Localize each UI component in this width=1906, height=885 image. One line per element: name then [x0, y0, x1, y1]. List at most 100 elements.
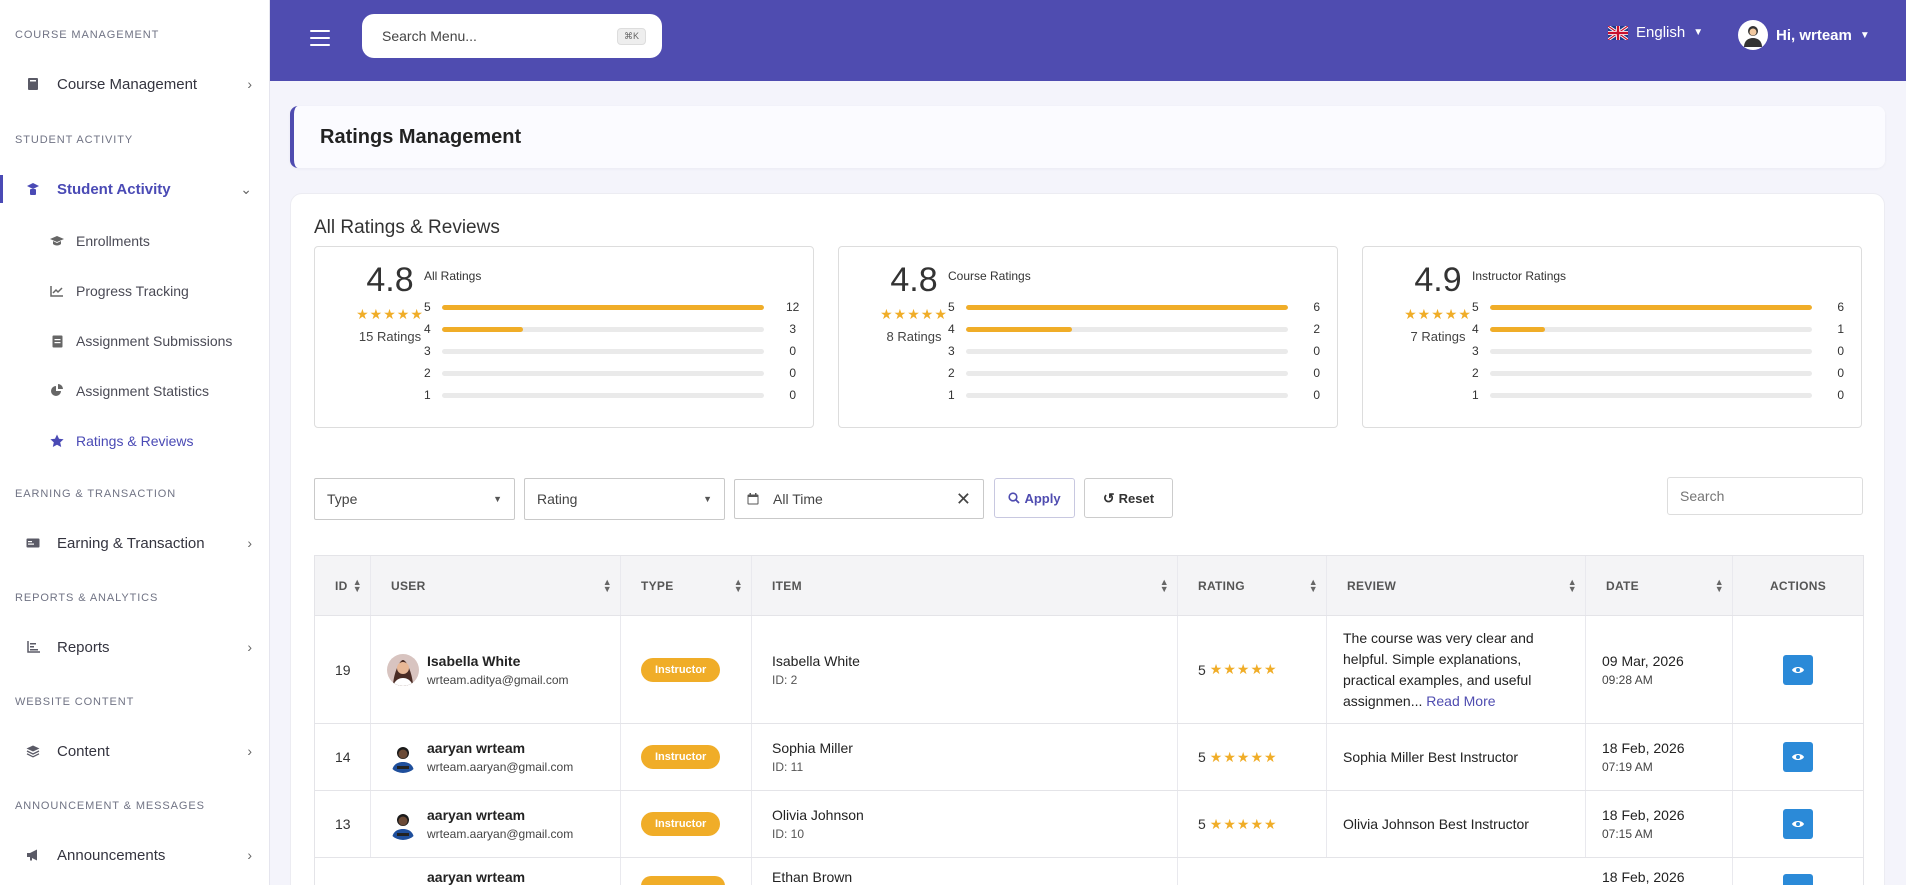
rating-value: 0: [1837, 366, 1844, 380]
date: 18 Feb, 2026: [1602, 869, 1685, 885]
view-button[interactable]: [1783, 874, 1813, 885]
user-name: aaryan wrteam: [427, 869, 526, 885]
table-search-input[interactable]: [1667, 477, 1863, 515]
keyboard-shortcut-badge: ⌘K: [616, 27, 646, 45]
eye-icon: [1792, 821, 1804, 827]
rating-bar: [1490, 370, 1812, 376]
column-header-rating[interactable]: RATING ▲ ▼: [1178, 556, 1327, 615]
column-header-user[interactable]: USER ▲ ▼: [371, 556, 621, 615]
sidebar-item-course-management[interactable]: Course Management ›: [0, 64, 269, 104]
sidebar-item-earning-transaction[interactable]: Earning & Transaction ›: [0, 523, 269, 563]
rating-value: 1: [1837, 322, 1844, 336]
apply-button[interactable]: Apply: [994, 478, 1075, 518]
average-rating: 4.9: [1414, 261, 1462, 299]
hamburger-menu-icon[interactable]: [310, 30, 330, 46]
view-button[interactable]: [1783, 654, 1813, 685]
rating-row: 10: [1472, 387, 1844, 403]
item-id: ID: 11: [772, 760, 804, 774]
sidebar-item-label: Reports: [57, 638, 110, 656]
clear-icon[interactable]: ✕: [956, 489, 971, 510]
sidebar-item-student-activity[interactable]: Student Activity ⌄: [0, 169, 269, 209]
rating-bar: [966, 370, 1288, 376]
user-email: wrteam.aaryan@gmail.com: [427, 760, 574, 774]
star-level: 4: [948, 322, 955, 336]
sidebar-item-ratings-reviews[interactable]: Ratings & Reviews: [0, 416, 269, 466]
sidebar-item-assignment-submissions[interactable]: Assignment Submissions: [0, 316, 269, 366]
type-badge: Instructor: [641, 812, 721, 836]
table-row: 19 Isabella White wrteam.aditya@gmail.com…: [314, 616, 1864, 724]
caret-down-icon: ▼: [703, 494, 712, 504]
date: 18 Feb, 2026: [1602, 740, 1685, 756]
avatar: [387, 653, 419, 686]
star-level: 3: [424, 344, 431, 358]
sidebar-item-progress-tracking[interactable]: Progress Tracking: [0, 266, 269, 316]
rating-value: 0: [789, 388, 796, 402]
bar-chart-icon: [25, 639, 41, 655]
rating-value: 5: [1198, 661, 1206, 678]
date-range-value: All Time: [773, 491, 823, 507]
date: 09 Mar, 2026: [1602, 652, 1684, 669]
rating-bar: [966, 348, 1288, 354]
user-email: wrteam.aditya@gmail.com: [427, 672, 569, 687]
reset-button[interactable]: ↺ Reset: [1084, 478, 1173, 518]
sidebar-item-announcements[interactable]: Announcements ›: [0, 835, 269, 875]
star-level: 1: [424, 388, 431, 402]
sort-icon: ▲ ▼: [1159, 576, 1169, 594]
chevron-right-icon: ›: [247, 535, 252, 551]
review-text: Olivia Johnson Best Instructor: [1343, 815, 1529, 832]
avatar: [387, 741, 419, 773]
stat-label: Course Ratings: [948, 269, 1031, 283]
rating-bar: [1490, 392, 1812, 398]
date-range-input[interactable]: All Time ✕: [734, 479, 984, 519]
type-filter-select[interactable]: Type ▼: [314, 478, 515, 520]
user-email: wrteam.aaryan@gmail.com: [427, 827, 574, 841]
star-level: 5: [948, 300, 955, 314]
language-selector[interactable]: English ▼: [1608, 24, 1703, 41]
view-button[interactable]: [1783, 809, 1813, 839]
column-header-date[interactable]: DATE ▲ ▼: [1586, 556, 1733, 615]
time: 07:15 AM: [1602, 827, 1653, 841]
type-badge: Instructor: [641, 745, 721, 769]
item-name: Sophia Miller: [772, 740, 853, 756]
sort-icon: ▲ ▼: [1567, 576, 1577, 594]
rating-bar-fill: [442, 304, 764, 310]
stat-label: All Ratings: [424, 269, 482, 283]
apply-label: Apply: [1024, 490, 1061, 506]
average-rating: 4.8: [890, 261, 938, 299]
sidebar-item-content[interactable]: Content ›: [0, 731, 269, 771]
rating-row: 30: [948, 343, 1320, 359]
uk-flag-icon: [1608, 25, 1628, 40]
star-level: 5: [1472, 300, 1479, 314]
column-header-review[interactable]: REVIEW ▲ ▼: [1327, 556, 1586, 615]
user-name: Isabella White: [427, 652, 521, 669]
rating-bar: [1490, 304, 1812, 310]
search-menu-input[interactable]: Search Menu... ⌘K: [362, 14, 662, 58]
time: 07:19 AM: [1602, 760, 1653, 774]
card-title: All Ratings & Reviews: [314, 217, 500, 238]
rating-row: 43: [424, 321, 796, 337]
read-more-link[interactable]: Read More: [1426, 693, 1495, 709]
user-menu[interactable]: Hi, wrteam ▼: [1738, 20, 1870, 50]
column-header-id[interactable]: ID ▲ ▼: [315, 556, 371, 615]
section-title: ANNOUNCEMENT & MESSAGES: [15, 800, 205, 812]
star-level: 1: [1472, 388, 1479, 402]
rating-filter-value: Rating: [537, 491, 578, 507]
column-header-actions: ACTIONS: [1769, 578, 1827, 593]
rating-row: 5 12: [424, 299, 799, 315]
sidebar-item-label: Announcements: [57, 846, 166, 864]
section-title: STUDENT ACTIVITY: [15, 134, 134, 146]
column-header-item[interactable]: ITEM ▲ ▼: [752, 556, 1178, 615]
sidebar-item-reports[interactable]: Reports ›: [0, 627, 269, 667]
star-level: 3: [1472, 344, 1479, 358]
star-level: 2: [1472, 366, 1479, 380]
view-button[interactable]: [1783, 742, 1813, 772]
sidebar-item-enrollments[interactable]: Enrollments: [0, 216, 269, 266]
stars-icon: ★★★★★: [1209, 661, 1278, 677]
rating-value: 2: [1313, 322, 1320, 336]
rating-filter-select[interactable]: Rating ▼: [524, 478, 725, 520]
user-greeting: Hi, wrteam: [1776, 26, 1852, 44]
column-header-type[interactable]: TYPE ▲ ▼: [621, 556, 752, 615]
rating-value: 0: [1837, 388, 1844, 402]
sidebar-item-assignment-statistics[interactable]: Assignment Statistics: [0, 366, 269, 416]
rating-bar: [442, 392, 764, 398]
